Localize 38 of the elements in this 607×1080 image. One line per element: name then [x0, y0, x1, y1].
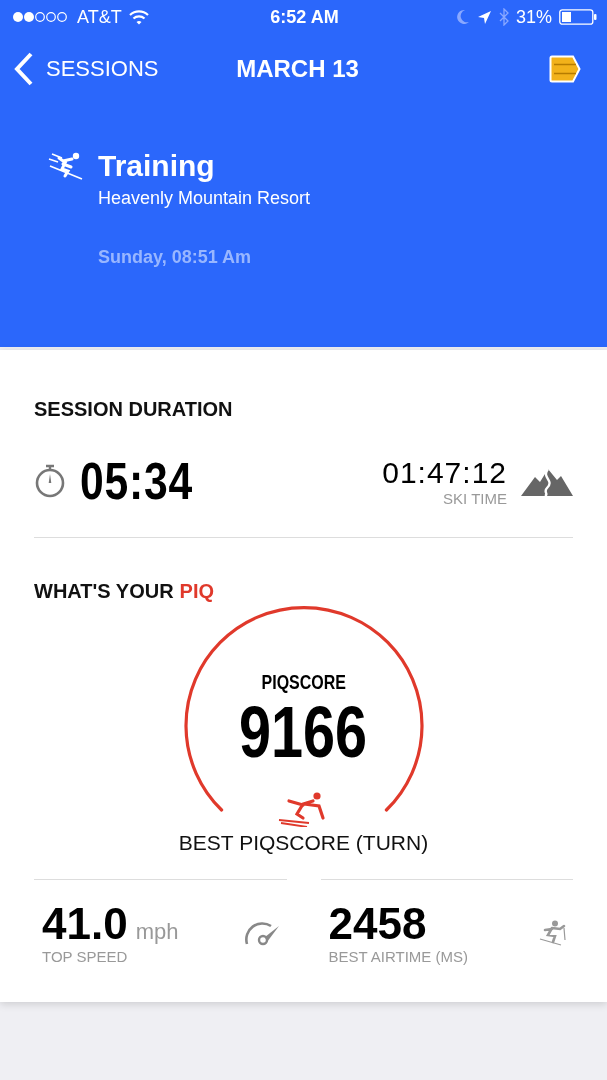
section-heading: SESSION DURATION: [34, 398, 233, 421]
section-heading-accent: PIQ: [179, 580, 215, 603]
session-type: Training: [98, 148, 215, 184]
skier-icon: [277, 792, 325, 827]
session-datetime: Sunday, 08:51 Am: [98, 247, 252, 268]
skier-icon: [48, 152, 84, 180]
mountain-icon: [521, 466, 573, 496]
carrier: AT&T: [77, 6, 122, 28]
stack-button[interactable]: [549, 55, 581, 83]
back-link[interactable]: SESSIONS: [14, 52, 159, 86]
stopwatch-icon: [34, 464, 66, 498]
score-label: PIQSCORE: [261, 671, 346, 694]
stat-unit: mph: [135, 919, 179, 945]
clock: 6:52 AM: [270, 6, 339, 28]
stat-value: 41.0: [42, 900, 128, 948]
speedometer-icon: [244, 919, 281, 946]
signal-icon: [12, 11, 70, 23]
battery-icon: [559, 9, 597, 25]
skier-icon: [539, 919, 567, 946]
battery-percent: 31%: [515, 6, 552, 28]
chevron-left-icon: [14, 52, 34, 86]
score-caption: BEST PIQSCORE (TURN): [178, 831, 429, 855]
stat-label: TOP SPEED: [42, 948, 128, 965]
layers-icon: [549, 55, 581, 83]
score-value: 9166: [239, 694, 368, 770]
stat-label: BEST AIRTIME (MS): [328, 948, 468, 965]
duration-value: 05:34: [80, 451, 194, 511]
location-arrow-icon: [476, 9, 492, 25]
back-label: SESSIONS: [46, 56, 159, 82]
resort-name: Heavenly Mountain Resort: [98, 188, 311, 209]
ski-time-label: SKI TIME: [443, 489, 507, 507]
page-title: MARCH 13: [236, 55, 359, 83]
bluetooth-icon: [498, 8, 509, 26]
section-heading: WHAT'S YOUR: [34, 580, 174, 603]
moon-icon: [455, 9, 470, 25]
stat-value: 2458: [328, 900, 427, 948]
ski-time-value: 01:47:12: [382, 455, 507, 490]
wifi-icon: [128, 9, 149, 25]
